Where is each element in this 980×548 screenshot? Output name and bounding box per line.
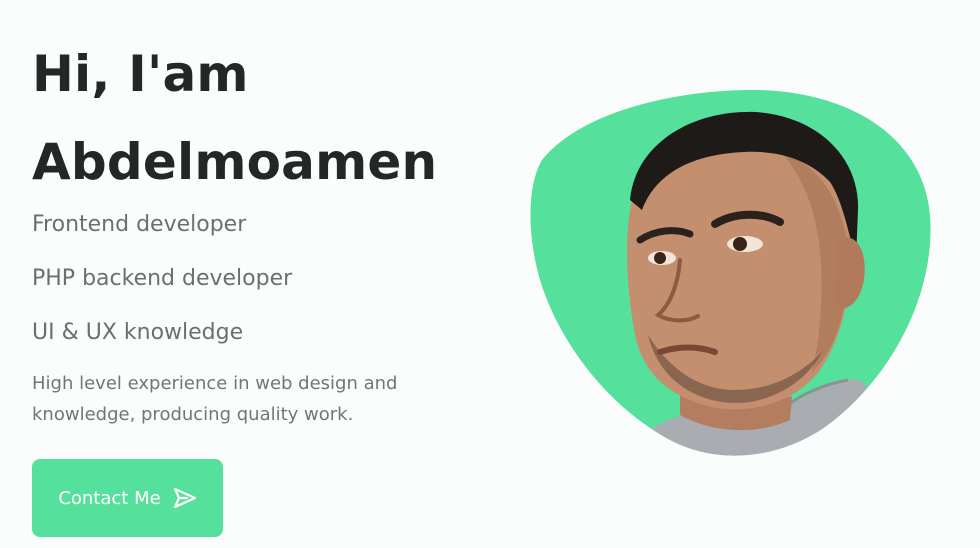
profile-photo bbox=[530, 90, 932, 462]
contact-me-button[interactable]: Contact Me bbox=[32, 459, 223, 537]
roles-list: Frontend developer PHP backend developer… bbox=[32, 212, 502, 346]
hero-section: Hi, I'am Abdelmoamen Frontend developer … bbox=[0, 0, 980, 548]
role-item: UI & UX knowledge bbox=[32, 320, 244, 345]
role-item: PHP backend developer bbox=[32, 266, 293, 291]
hero-intro: Hi, I'am Abdelmoamen Frontend developer … bbox=[32, 30, 502, 430]
hero-title: Hi, I'am Abdelmoamen bbox=[32, 30, 502, 206]
role-item: Frontend developer bbox=[32, 212, 247, 237]
name-line: Abdelmoamen bbox=[32, 133, 438, 191]
contact-me-label: Contact Me bbox=[58, 487, 161, 509]
hero-description: High level experience in web design and … bbox=[32, 373, 398, 425]
send-icon bbox=[173, 487, 197, 509]
greeting-line: Hi, I'am bbox=[32, 45, 249, 103]
